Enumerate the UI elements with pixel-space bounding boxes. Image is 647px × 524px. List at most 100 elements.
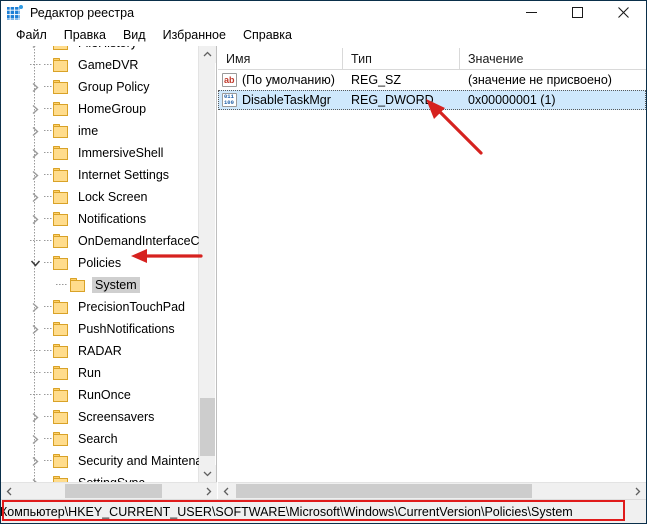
column-header-value[interactable]: Значение bbox=[460, 48, 646, 69]
tree-item-label: PrecisionTouchPad bbox=[78, 300, 186, 314]
folder-icon bbox=[53, 256, 69, 270]
chevron-right-icon bbox=[635, 487, 641, 495]
tree-item-notifications[interactable]: Notifications bbox=[1, 208, 199, 230]
tree-item-immersiveshell[interactable]: ImmersiveShell bbox=[1, 142, 199, 164]
tree-item-pushnotifications[interactable]: PushNotifications bbox=[1, 318, 199, 340]
tree-connector bbox=[44, 120, 53, 142]
value-data: 0x00000001 (1) bbox=[468, 93, 556, 107]
tree-expander-collapsed[interactable] bbox=[27, 98, 44, 120]
tree-item-group-policy[interactable]: Group Policy bbox=[1, 76, 199, 98]
registry-tree-pane: FileHistory GameDVR Group Policy HomeGroup i… bbox=[1, 46, 217, 499]
tree-expander-collapsed[interactable] bbox=[27, 46, 44, 54]
registry-values-pane: Имя Тип Значение (По умолчанию) REG_SZ (зн… bbox=[218, 46, 646, 499]
tree-connector bbox=[44, 362, 53, 384]
tree-item-label: Security and Maintenance bbox=[78, 454, 199, 468]
tree-connector bbox=[44, 230, 53, 252]
column-header-type[interactable]: Тип bbox=[343, 48, 460, 69]
values-list: (По умолчанию) REG_SZ (значение не присвое… bbox=[218, 70, 646, 482]
tree-item-label: Search bbox=[78, 432, 118, 446]
tree-expander-collapsed[interactable] bbox=[27, 450, 44, 472]
tree-item-policies[interactable]: Policies bbox=[1, 252, 199, 274]
tree-item-internet-settings[interactable]: Internet Settings bbox=[1, 164, 199, 186]
tree-vertical-scrollbar[interactable] bbox=[198, 46, 216, 482]
tree-item-system[interactable]: System bbox=[1, 274, 199, 296]
tree-scroll-up-button[interactable] bbox=[199, 46, 216, 63]
menu-item-help[interactable]: Справка bbox=[235, 26, 301, 44]
tree-expander-collapsed[interactable] bbox=[27, 76, 44, 98]
tree-expander-collapsed[interactable] bbox=[27, 164, 44, 186]
tree-scroll-left-button[interactable] bbox=[1, 483, 18, 499]
menu-item-file[interactable]: Файл bbox=[8, 26, 56, 44]
tree-scroll-right-button[interactable] bbox=[200, 483, 217, 499]
tree-scroll-thumb[interactable] bbox=[200, 398, 215, 456]
value-name-cell: (По умолчанию) bbox=[218, 70, 343, 90]
tree-item-settingsync[interactable]: SettingSync bbox=[1, 472, 199, 482]
value-type: REG_DWORD bbox=[351, 93, 434, 107]
tree-item-runonce[interactable]: RunOnce bbox=[1, 384, 199, 406]
tree-item-security-and-maintenance[interactable]: Security and Maintenance bbox=[1, 450, 199, 472]
window-title: Редактор реестра bbox=[30, 5, 135, 20]
tree-expander-collapsed[interactable] bbox=[27, 120, 44, 142]
values-scroll-left-button[interactable] bbox=[218, 483, 235, 499]
tree-item-label: SettingSync bbox=[75, 475, 148, 482]
close-icon bbox=[617, 7, 629, 18]
tree-connector bbox=[44, 54, 53, 76]
menu-item-favorites[interactable]: Избранное bbox=[155, 26, 235, 44]
tree-expander-collapsed[interactable] bbox=[27, 472, 44, 482]
registry-tree-viewport: FileHistory GameDVR Group Policy HomeGroup i… bbox=[1, 46, 199, 482]
tree-item-run[interactable]: Run bbox=[1, 362, 199, 384]
maximize-button[interactable] bbox=[554, 1, 600, 24]
tree-item-search[interactable]: Search bbox=[1, 428, 199, 450]
folder-icon bbox=[53, 102, 69, 116]
menu-item-view[interactable]: Вид bbox=[115, 26, 155, 44]
folder-icon bbox=[53, 454, 69, 468]
chevron-down-icon bbox=[203, 471, 212, 477]
tree-scroll-down-button[interactable] bbox=[199, 465, 216, 482]
tree-item-label: Lock Screen bbox=[78, 190, 148, 204]
tree-expander-collapsed[interactable] bbox=[27, 186, 44, 208]
tree-expander-collapsed[interactable] bbox=[27, 318, 44, 340]
tree-expander-collapsed[interactable] bbox=[27, 208, 44, 230]
tree-item-label: ImmersiveShell bbox=[78, 146, 164, 160]
tree-item-label: HomeGroup bbox=[78, 102, 147, 116]
tree-hscroll-thumb[interactable] bbox=[65, 484, 162, 498]
tree-item-lock-screen[interactable]: Lock Screen bbox=[1, 186, 199, 208]
close-button[interactable] bbox=[600, 1, 646, 24]
tree-item-homegroup[interactable]: HomeGroup bbox=[1, 98, 199, 120]
tree-item-filehistory[interactable]: FileHistory bbox=[1, 46, 199, 54]
folder-icon bbox=[53, 476, 69, 482]
tree-connector bbox=[44, 472, 53, 482]
value-data: (значение не присвоено) bbox=[468, 73, 612, 87]
menu-item-edit[interactable]: Правка bbox=[56, 26, 115, 44]
dword-value-icon: 011 100 bbox=[222, 93, 237, 107]
minimize-button[interactable] bbox=[508, 1, 554, 24]
tree-expander-collapsed[interactable] bbox=[27, 428, 44, 450]
tree-expander-collapsed[interactable] bbox=[27, 406, 44, 428]
values-horizontal-scrollbar[interactable] bbox=[218, 482, 646, 499]
values-column-header: Имя Тип Значение bbox=[218, 48, 646, 70]
tree-horizontal-scrollbar[interactable] bbox=[1, 482, 217, 499]
tree-expander-expanded[interactable] bbox=[27, 252, 44, 274]
tree-item-ime[interactable]: ime bbox=[1, 120, 199, 142]
tree-expander-collapsed[interactable] bbox=[27, 296, 44, 318]
tree-item-ondemandinterfacecach[interactable]: OnDemandInterfaceCach bbox=[1, 230, 199, 252]
values-scroll-right-button[interactable] bbox=[629, 483, 646, 499]
folder-icon bbox=[53, 80, 69, 94]
tree-item-radar[interactable]: RADAR bbox=[1, 340, 199, 362]
values-hscroll-thumb[interactable] bbox=[236, 484, 532, 498]
value-data-cell: 0x00000001 (1) bbox=[460, 90, 646, 110]
chevron-right-icon bbox=[32, 302, 39, 312]
value-row[interactable]: (По умолчанию) REG_SZ (значение не присвое… bbox=[218, 70, 646, 90]
value-type-cell: REG_SZ bbox=[343, 70, 460, 90]
tree-item-precisiontouchpad[interactable]: PrecisionTouchPad bbox=[1, 296, 199, 318]
value-row[interactable]: 011 100 DisableTaskMgr REG_DWORD 0x00000001 … bbox=[218, 90, 646, 110]
tree-item-gamedvr[interactable]: GameDVR bbox=[1, 54, 199, 76]
tree-elbow bbox=[27, 230, 44, 252]
tree-expander-collapsed[interactable] bbox=[27, 142, 44, 164]
column-header-name[interactable]: Имя bbox=[218, 48, 343, 69]
tree-item-screensavers[interactable]: Screensavers bbox=[1, 406, 199, 428]
